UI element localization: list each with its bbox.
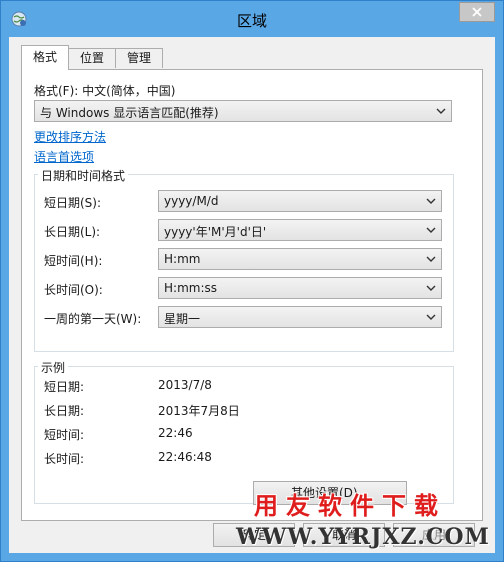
- example-short-date-label: 短日期:: [44, 380, 85, 394]
- chevron-down-icon: [426, 227, 436, 233]
- chevron-down-icon: [436, 108, 446, 114]
- watermark-chinese-text: 用友软件下载: [254, 492, 446, 520]
- tab-format[interactable]: 格式: [21, 45, 69, 70]
- title-bar[interactable]: 区域: [1, 1, 503, 37]
- tab-administrative[interactable]: 管理: [115, 48, 163, 68]
- example-short-time-value: 22:46: [158, 426, 193, 440]
- format-tab-panel: 格式(F): 中文(简体，中国) 与 Windows 显示语言匹配(推荐) 更改…: [21, 69, 483, 521]
- long-date-value: yyyy'年'M'月'd'日': [164, 225, 267, 239]
- datetime-group-title: 日期和时间格式: [38, 167, 129, 184]
- first-day-of-week-label: 一周的第一天(W):: [44, 312, 142, 326]
- short-date-label: 短日期(S):: [44, 196, 102, 210]
- example-long-date-value: 2013年7月8日: [158, 404, 240, 418]
- chevron-down-icon: [426, 198, 436, 204]
- dialog-client-area: 格式 位置 管理 格式(F): 中文(简体，中国) 与 Windows 显示语言…: [9, 37, 495, 553]
- example-short-time-label: 短时间:: [44, 428, 85, 442]
- region-dialog: 区域 格式 位置 管理 格式(F): 中文(简体，中国) 与 Windows 显…: [0, 0, 504, 562]
- chevron-down-icon: [426, 314, 436, 320]
- chevron-down-icon: [426, 285, 436, 291]
- tab-location[interactable]: 位置: [68, 48, 116, 68]
- change-sort-link[interactable]: 更改排序方法: [34, 128, 106, 145]
- short-date-select[interactable]: yyyy/M/d: [158, 190, 442, 212]
- short-time-value: H:mm: [164, 252, 201, 266]
- long-date-select[interactable]: yyyy'年'M'月'd'日': [158, 219, 442, 241]
- close-icon: [472, 7, 482, 17]
- long-date-label: 长日期(L):: [44, 225, 101, 239]
- long-time-value: H:mm:ss: [164, 281, 217, 295]
- example-long-date-label: 长日期:: [44, 404, 85, 418]
- language-preferences-link[interactable]: 语言首选项: [34, 148, 94, 165]
- watermark-url-text: WWW.YYRJXZ.COM: [236, 524, 490, 550]
- examples-group-title: 示例: [38, 359, 69, 376]
- close-button[interactable]: [459, 2, 495, 22]
- chevron-down-icon: [426, 256, 436, 262]
- format-label: 格式(F): 中文(简体，中国): [34, 84, 176, 98]
- example-short-date-value: 2013/7/8: [158, 378, 212, 392]
- long-time-select[interactable]: H:mm:ss: [158, 277, 442, 299]
- example-long-time-label: 长时间:: [44, 452, 85, 466]
- long-time-label: 长时间(O):: [44, 283, 103, 297]
- format-select-value: 与 Windows 显示语言匹配(推荐): [40, 106, 219, 120]
- window-title: 区域: [236, 12, 267, 30]
- short-time-select[interactable]: H:mm: [158, 248, 442, 270]
- short-time-label: 短时间(H):: [44, 254, 103, 268]
- short-date-value: yyyy/M/d: [164, 194, 219, 208]
- first-day-of-week-value: 星期一: [164, 312, 201, 326]
- example-long-time-value: 22:46:48: [158, 450, 212, 464]
- site-watermark: 用友软件下载 WWW.YYRJXZ.COM: [208, 484, 500, 558]
- first-day-of-week-select[interactable]: 星期一: [158, 306, 442, 328]
- format-select[interactable]: 与 Windows 显示语言匹配(推荐): [34, 100, 452, 122]
